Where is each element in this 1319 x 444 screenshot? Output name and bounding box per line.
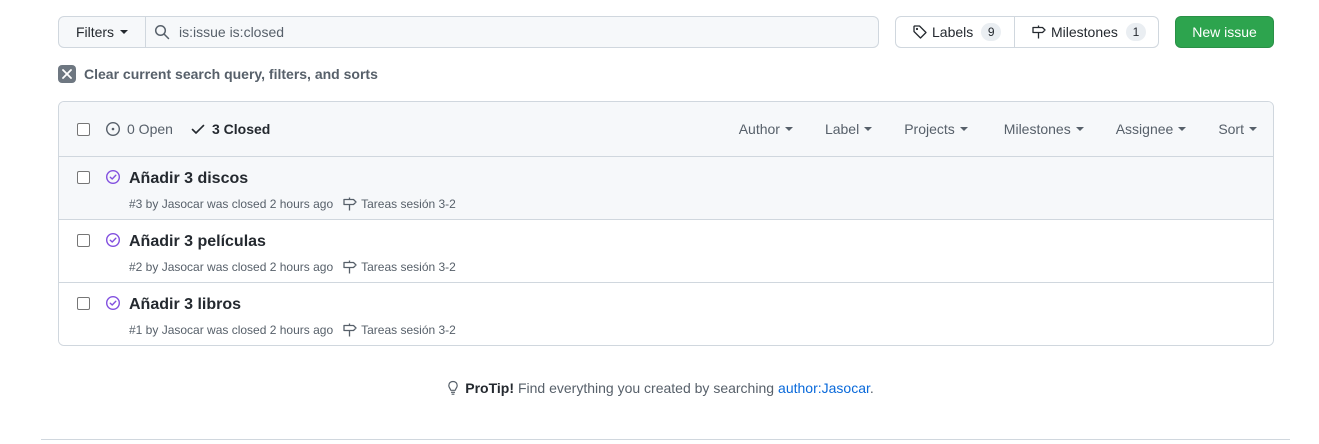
issue-milestone-label: Tareas sesión 3-2 <box>361 197 456 211</box>
issue-milestone-link[interactable]: Tareas sesión 3-2 <box>342 322 456 338</box>
chevron-down-icon <box>120 30 129 34</box>
label-menu[interactable]: Label <box>824 121 873 137</box>
projects-menu-label: Projects <box>904 121 955 137</box>
select-all-checkbox[interactable] <box>77 123 90 136</box>
check-icon <box>191 124 205 134</box>
chevron-down-icon <box>1249 127 1257 131</box>
filter-menus: Author Label Projects Milestones Assigne… <box>739 121 1257 137</box>
issue-meta: #2 by Jasocar was closed 2 hours ago Tar… <box>129 259 456 275</box>
issue-closed-icon <box>105 295 121 311</box>
assignee-menu-label: Assignee <box>1115 121 1174 137</box>
filters-button[interactable]: Filters <box>58 16 146 48</box>
new-issue-button[interactable]: New issue <box>1175 16 1274 48</box>
author-menu[interactable]: Author <box>739 121 793 137</box>
sort-menu-label: Sort <box>1218 121 1244 137</box>
x-icon <box>58 65 76 83</box>
issue-checkbox[interactable] <box>77 297 90 310</box>
issue-row: Añadir 3 libros #1 by Jasocar was closed… <box>59 283 1273 345</box>
issue-row: Añadir 3 películas #2 by Jasocar was clo… <box>59 220 1273 283</box>
milestone-icon <box>343 197 357 211</box>
issues-list-header: 0 Open 3 Closed Author Label Projects Mi… <box>59 102 1273 157</box>
protip: ProTip! Find everything you created by s… <box>0 380 1319 396</box>
assignee-menu[interactable]: Assignee <box>1116 121 1187 137</box>
open-issues-tab[interactable]: 0 Open <box>105 121 173 137</box>
issue-milestone-link[interactable]: Tareas sesión 3-2 <box>342 259 456 275</box>
issue-milestone-link[interactable]: Tareas sesión 3-2 <box>342 196 456 212</box>
issue-meta-text: #3 by Jasocar was closed 2 hours ago <box>129 197 334 211</box>
footer-divider <box>41 439 1290 440</box>
milestones-count: 1 <box>1125 23 1146 41</box>
protip-end: . <box>869 380 874 396</box>
milestones-button[interactable]: Milestones 1 <box>1015 16 1159 48</box>
milestone-icon <box>1032 25 1046 39</box>
closed-count-label: 3 Closed <box>212 121 271 137</box>
protip-label: ProTip! <box>465 380 514 396</box>
issue-meta: #1 by Jasocar was closed 2 hours ago Tar… <box>129 322 456 338</box>
search-icon <box>154 24 170 40</box>
chevron-down-icon <box>1075 127 1084 131</box>
clear-filters-label: Clear current search query, filters, and… <box>84 66 378 82</box>
sort-menu[interactable]: Sort <box>1218 121 1257 137</box>
clear-filters-link[interactable]: Clear current search query, filters, and… <box>58 65 378 83</box>
issue-closed-icon <box>105 232 121 248</box>
issue-title-link[interactable]: Añadir 3 películas <box>129 233 266 251</box>
tag-icon <box>913 25 927 39</box>
issue-title-link[interactable]: Añadir 3 discos <box>129 170 248 188</box>
issue-checkbox[interactable] <box>77 171 90 184</box>
chevron-down-icon <box>959 127 968 131</box>
filter-group: Filters <box>58 16 879 48</box>
milestones-menu-label: Milestones <box>1003 121 1071 137</box>
protip-author-link[interactable]: author:Jasocar <box>778 380 870 396</box>
open-count-label: 0 Open <box>127 121 173 137</box>
author-menu-label: Author <box>738 121 780 137</box>
filters-label: Filters <box>75 24 115 40</box>
issue-row: Añadir 3 discos #3 by Jasocar was closed… <box>59 157 1273 220</box>
issue-milestone-label: Tareas sesión 3-2 <box>361 260 456 274</box>
labels-count: 9 <box>981 23 1002 41</box>
issue-checkbox[interactable] <box>77 234 90 247</box>
issues-list: 0 Open 3 Closed Author Label Projects Mi… <box>58 101 1274 346</box>
labels-label: Labels <box>932 24 974 40</box>
issue-opened-icon <box>105 121 121 137</box>
search-box[interactable] <box>146 16 879 48</box>
issues-toolbar: Filters Labels 9 Milestones 1 New issue <box>58 16 1274 48</box>
chevron-down-icon <box>1178 127 1187 131</box>
chevron-down-icon <box>784 127 793 131</box>
milestones-menu[interactable]: Milestones <box>1004 121 1084 137</box>
issue-title-link[interactable]: Añadir 3 libros <box>129 296 241 314</box>
search-input[interactable] <box>179 18 779 46</box>
milestone-icon <box>343 323 357 337</box>
chevron-down-icon <box>864 127 873 131</box>
closed-issues-tab[interactable]: 3 Closed <box>190 121 270 137</box>
label-menu-label: Label <box>824 121 860 137</box>
milestones-label: Milestones <box>1051 24 1118 40</box>
issue-meta: #3 by Jasocar was closed 2 hours ago Tar… <box>129 196 456 212</box>
projects-menu[interactable]: Projects <box>904 121 968 137</box>
issue-meta-text: #1 by Jasocar was closed 2 hours ago <box>129 323 334 337</box>
issue-closed-icon <box>105 169 121 185</box>
labels-milestones-group: Labels 9 Milestones 1 <box>895 16 1159 48</box>
milestone-icon <box>343 260 357 274</box>
protip-text: Find everything you created by searching <box>517 380 775 396</box>
issue-meta-text: #2 by Jasocar was closed 2 hours ago <box>129 260 334 274</box>
labels-button[interactable]: Labels 9 <box>895 16 1015 48</box>
light-bulb-icon <box>448 380 459 395</box>
issue-milestone-label: Tareas sesión 3-2 <box>361 323 456 337</box>
